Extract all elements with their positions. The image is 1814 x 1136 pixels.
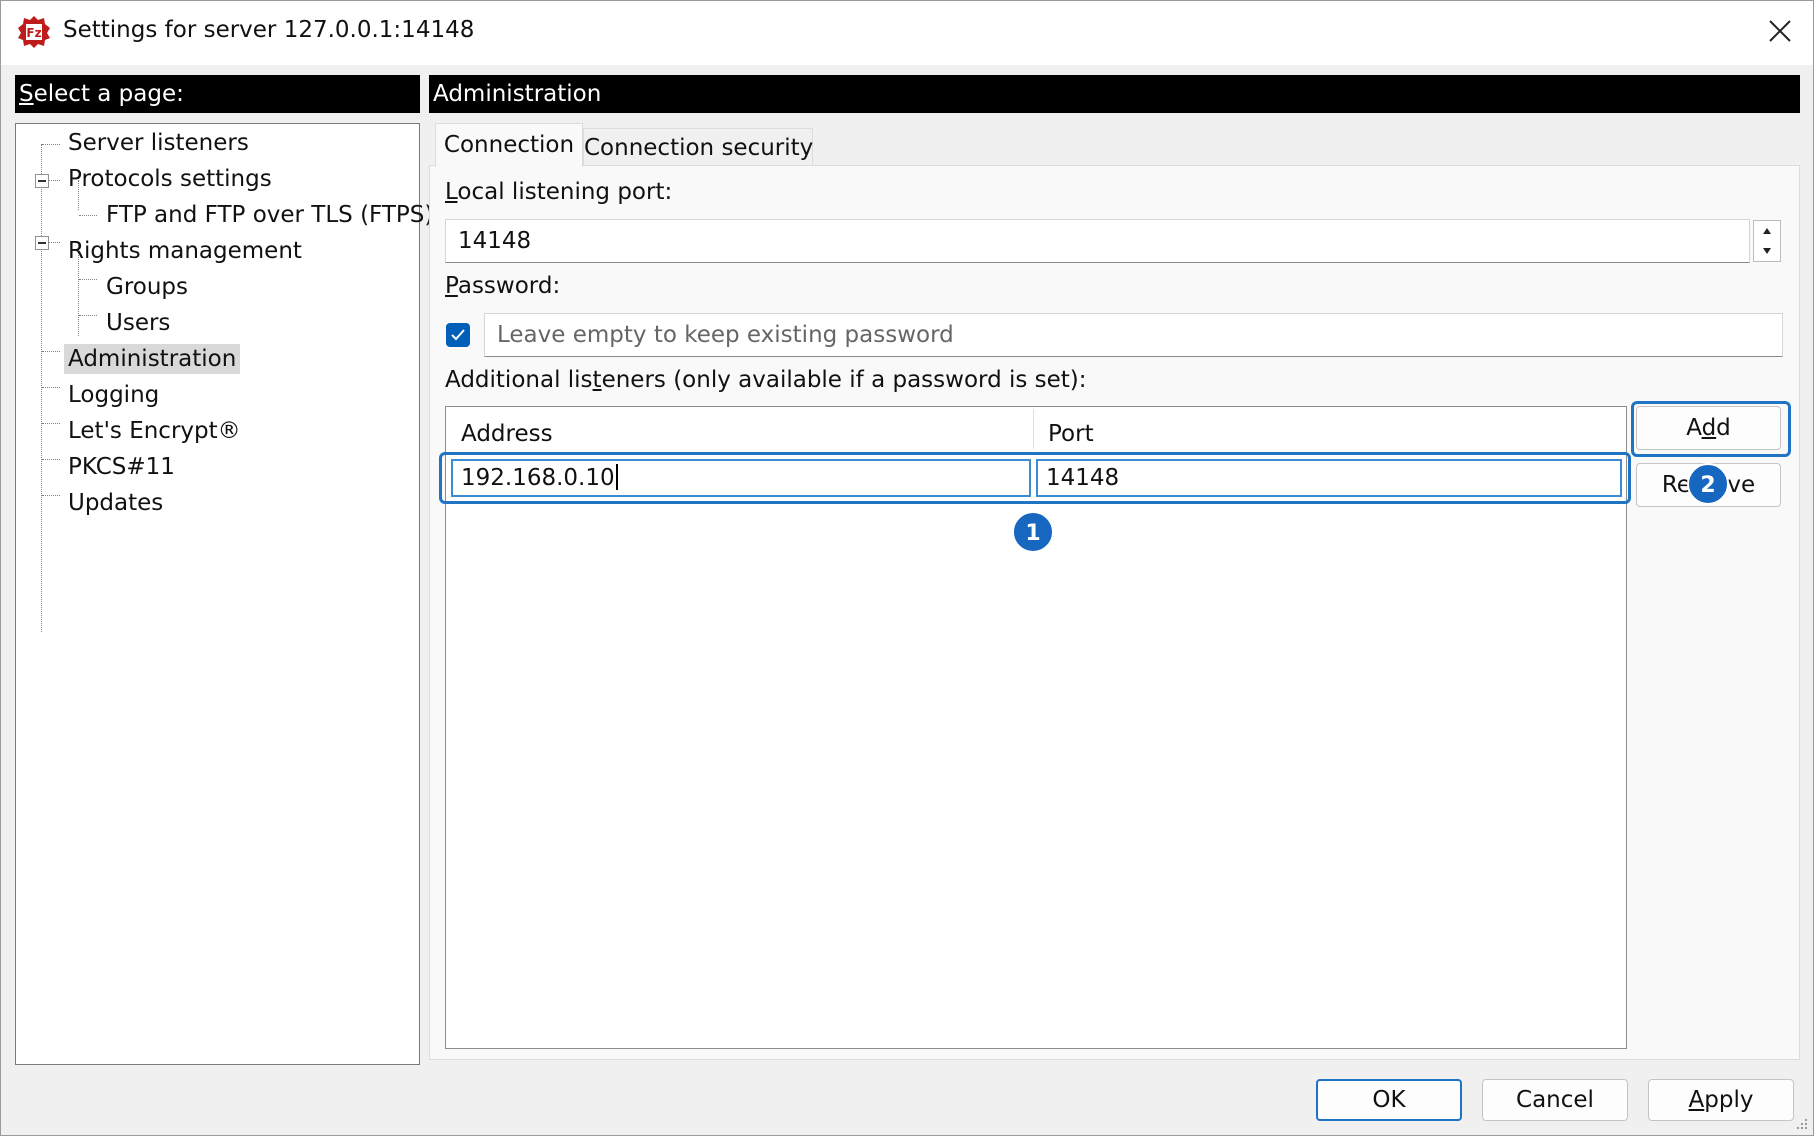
tree-connector (79, 279, 97, 280)
page-title: Administration (429, 75, 1800, 113)
column-header-port[interactable]: Port (1034, 409, 1624, 451)
settings-dialog: Fz Settings for server 127.0.0.1:14148 S… (0, 0, 1814, 1136)
password-input[interactable]: Leave empty to keep existing password (484, 313, 1783, 357)
tab-connection-security[interactable]: Connection security (583, 128, 813, 166)
tree-item-ftp-ftps[interactable]: FTP and FTP over TLS (FTPS) (102, 200, 437, 230)
tree-item-server-listeners[interactable]: Server listeners (64, 128, 253, 158)
port-spinner[interactable] (1753, 220, 1781, 262)
row-highlight (439, 452, 1631, 504)
spin-up-button[interactable] (1754, 221, 1780, 241)
tree-connector (42, 351, 60, 352)
tree-connector (42, 459, 60, 460)
tree-connector (42, 495, 60, 496)
checkmark-icon (451, 329, 465, 341)
tree-item-protocols-settings[interactable]: Protocols settings (64, 164, 276, 194)
window-title: Settings for server 127.0.0.1:14148 (63, 17, 475, 43)
annotation-badge-1: 1 (1012, 511, 1054, 553)
tree-item-updates[interactable]: Updates (64, 488, 167, 518)
password-checkbox[interactable] (446, 323, 470, 347)
collapse-icon[interactable] (35, 174, 49, 188)
apply-button[interactable]: Apply (1648, 1079, 1794, 1121)
cancel-button[interactable]: Cancel (1482, 1079, 1628, 1121)
annotation-badge-2: 2 (1687, 463, 1729, 505)
tree-item-administration[interactable]: Administration (64, 344, 241, 374)
local-port-input[interactable]: 14148 (445, 219, 1750, 263)
add-button-highlight (1631, 401, 1791, 457)
title-bar: Fz Settings for server 127.0.0.1:14148 (1, 1, 1813, 65)
tab-connection[interactable]: Connection (435, 123, 583, 167)
page-tree[interactable]: Server listeners Protocols settings FTP … (15, 123, 433, 1065)
select-page-header-rest: elect a page: (33, 81, 184, 107)
tree-item-users[interactable]: Users (102, 308, 174, 338)
tree-connector (42, 387, 60, 388)
collapse-icon[interactable] (35, 236, 49, 250)
tree-item-pkcs11[interactable]: PKCS#11 (64, 452, 179, 482)
tree-connector (41, 144, 42, 632)
filezilla-server-icon: Fz (18, 16, 50, 48)
tree-item-rights-management[interactable]: Rights management (64, 236, 306, 266)
tree-connector (79, 215, 97, 216)
ok-button[interactable]: OK (1316, 1079, 1462, 1121)
tree-item-groups[interactable]: Groups (102, 272, 192, 302)
tree-item-lets-encrypt[interactable]: Let's Encrypt® (64, 416, 245, 446)
column-header-address[interactable]: Address (447, 409, 1033, 451)
tree-connector (42, 423, 60, 424)
password-label: Password: (445, 273, 561, 299)
additional-listeners-label: Additional listeners (only available if … (445, 367, 1087, 393)
tree-connector (42, 144, 60, 145)
resize-grip-icon[interactable] (1795, 1117, 1809, 1131)
chevron-up-icon (1763, 228, 1771, 234)
tree-connector (79, 315, 97, 316)
select-page-header: Select a page: (15, 75, 420, 113)
close-icon (1769, 20, 1791, 42)
close-button[interactable] (1747, 1, 1813, 61)
tree-item-logging[interactable]: Logging (64, 380, 163, 410)
local-port-label: Local listening port: (445, 179, 673, 205)
spin-down-button[interactable] (1754, 241, 1780, 261)
chevron-down-icon (1763, 248, 1771, 254)
svg-text:Fz: Fz (26, 26, 41, 40)
